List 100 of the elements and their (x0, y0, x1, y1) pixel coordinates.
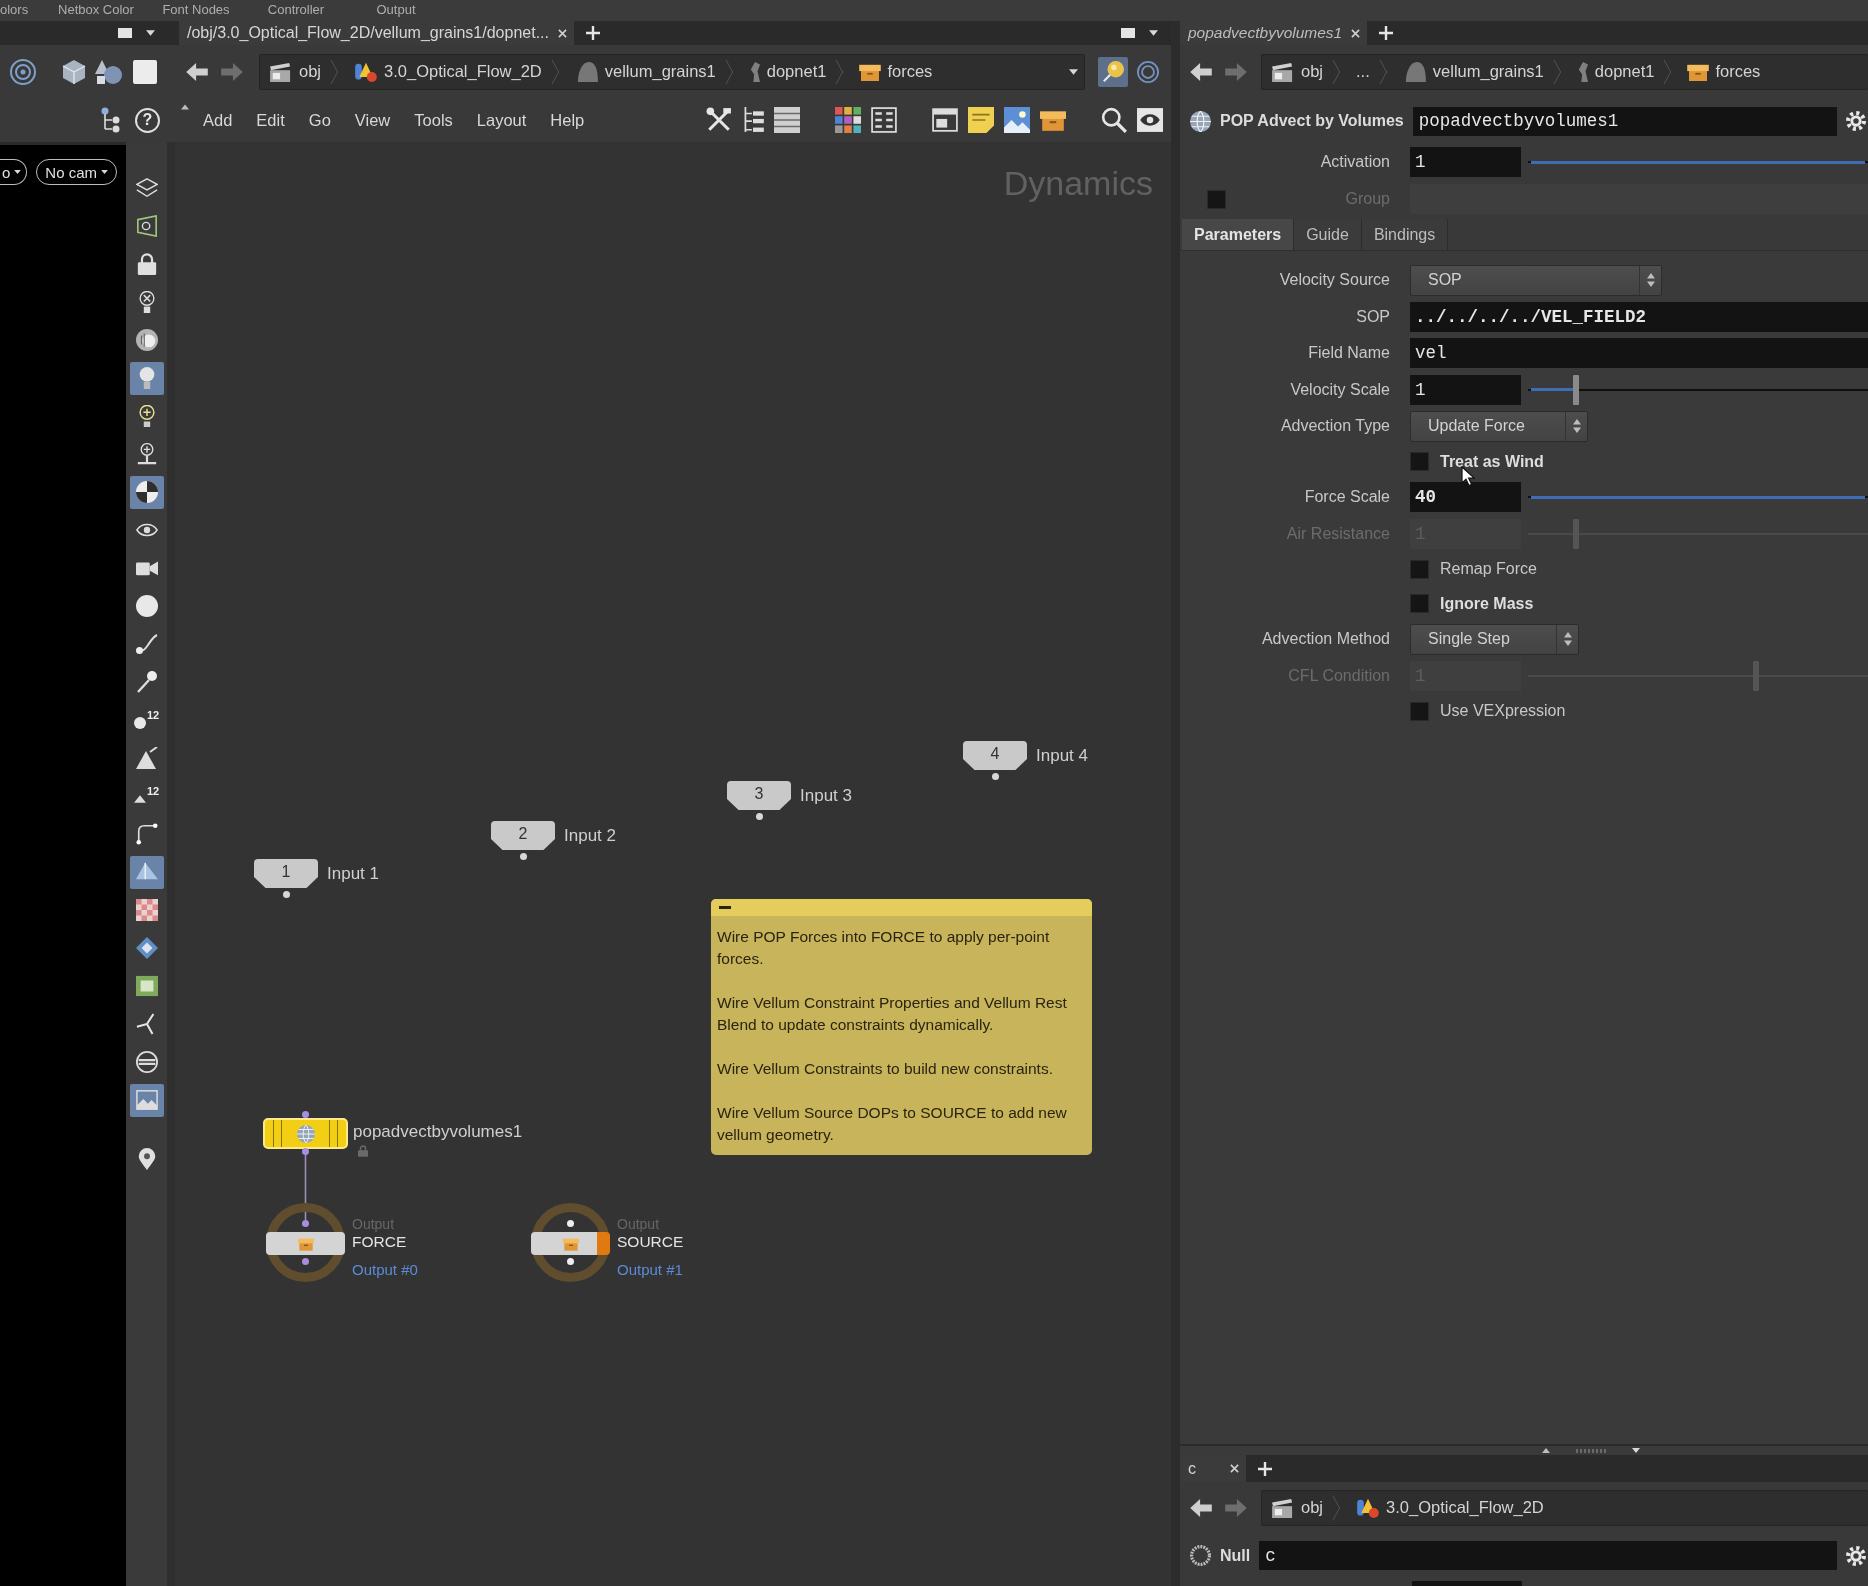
input-field[interactable]: vel (1410, 338, 1868, 369)
sticky-note-icon[interactable] (968, 107, 994, 133)
color-grid-icon[interactable] (835, 107, 861, 133)
list-icon[interactable] (774, 107, 800, 133)
window-icon[interactable] (932, 108, 958, 132)
menu-item[interactable]: Layout (464, 106, 539, 134)
caret-up-icon[interactable] (1542, 1448, 1550, 1453)
shelf-tool-label[interactable]: Controller (267, 2, 325, 21)
camera-menu[interactable]: o (0, 159, 28, 185)
shelf-tool-label[interactable]: olors (0, 2, 29, 21)
settings-icon[interactable] (1846, 1545, 1866, 1566)
checkbox[interactable] (1410, 701, 1429, 721)
tree-list-icon[interactable] (742, 107, 764, 133)
tab[interactable]: /obj/3.0_Optical_Flow_2D/vellum_grains1/dopnet... (179, 21, 574, 45)
dropdown[interactable]: SOP (1410, 264, 1662, 296)
back-arrow-icon[interactable] (1190, 1498, 1212, 1517)
caret-icon[interactable] (1632, 1448, 1640, 1453)
cube-icon[interactable] (61, 58, 87, 85)
grid-icon[interactable] (871, 107, 897, 133)
breadcrumb[interactable]: dopnet1 (1567, 54, 1679, 89)
input-field[interactable]: ../../../../VEL_FIELD2 (1410, 301, 1868, 332)
node-type-label: Null (1220, 1546, 1251, 1565)
shelf-tool-label[interactable]: Netbox Color (58, 2, 134, 21)
checkbox[interactable] (1410, 559, 1429, 579)
plus-icon[interactable] (586, 26, 600, 40)
target-icon[interactable] (10, 58, 36, 85)
tool-button[interactable] (129, 855, 164, 889)
breadcrumb[interactable]: forces (1678, 54, 1785, 89)
checkbox[interactable] (1410, 594, 1429, 614)
tool-button[interactable] (129, 1083, 164, 1117)
ring-icon[interactable] (1137, 60, 1159, 83)
dop-node[interactable] (263, 1118, 348, 1149)
camera-menu[interactable]: No cam (36, 159, 118, 185)
input-field[interactable]: 40 (1410, 482, 1521, 513)
menu-item[interactable]: Tools (402, 106, 465, 134)
shelf-tool-label[interactable]: Font Nodes (162, 2, 230, 21)
breadcrumb[interactable]: vellum_grains1 (565, 54, 740, 89)
menu-item[interactable]: Help (538, 106, 597, 134)
dropdown[interactable]: Single Step (1410, 623, 1579, 655)
breadcrumb[interactable]: vellum_grains1 (1393, 54, 1568, 89)
slider-thumb[interactable] (1573, 374, 1580, 405)
help-button[interactable]: ? (135, 107, 160, 133)
input-node[interactable]: 1 (254, 859, 318, 888)
tool-button[interactable] (129, 361, 164, 395)
square-icon[interactable] (133, 59, 157, 84)
search-icon[interactable] (1101, 107, 1127, 133)
plus-icon[interactable] (1258, 1461, 1272, 1476)
breadcrumb[interactable]: 3.0_Optical_Flow_2D (345, 54, 566, 89)
tool-button[interactable]: 12 (129, 779, 164, 813)
tab[interactable]: c (1180, 1455, 1246, 1482)
menu-item[interactable]: Add (191, 106, 245, 134)
close-icon[interactable] (1230, 1464, 1239, 1473)
menu-item[interactable]: View (342, 106, 403, 134)
image-icon[interactable] (1004, 107, 1030, 133)
close-icon[interactable] (558, 28, 567, 38)
back-arrow-icon[interactable] (186, 62, 208, 81)
grip-icon[interactable] (1576, 1448, 1606, 1453)
plus-icon[interactable] (1379, 26, 1394, 40)
input-field[interactable] (1412, 1581, 1522, 1586)
pin-button[interactable] (1098, 56, 1128, 87)
menu-item[interactable]: Go (296, 106, 343, 134)
back-arrow-icon[interactable] (1190, 62, 1212, 81)
tab[interactable]: Parameters (1182, 219, 1295, 250)
breadcrumb[interactable]: ... (1347, 54, 1394, 89)
updown-arrows-icon (1646, 273, 1655, 288)
sticky-note[interactable] (711, 899, 1092, 1155)
caret-icon[interactable] (1069, 68, 1078, 75)
close-icon[interactable] (1351, 28, 1361, 38)
globe-icon[interactable] (1190, 110, 1211, 132)
tool-button[interactable] (129, 475, 164, 509)
box-icon (859, 62, 882, 81)
breadcrumb[interactable]: dopnet1 (739, 54, 851, 89)
checkbox[interactable] (1410, 452, 1429, 472)
eye-icon[interactable] (1137, 108, 1163, 132)
output-node[interactable] (266, 1232, 345, 1255)
caret-icon[interactable] (1149, 30, 1158, 36)
node-name-field[interactable]: c (1259, 1541, 1837, 1570)
breadcrumb[interactable]: obj (1262, 54, 1348, 89)
input-field[interactable]: 1 (1410, 374, 1521, 405)
menu-item[interactable]: Edit (244, 106, 297, 134)
breadcrumb[interactable]: obj (260, 54, 346, 89)
caret-up-icon (181, 104, 189, 110)
breadcrumb[interactable]: forces (850, 54, 957, 89)
input-field[interactable]: 1 (1410, 147, 1521, 177)
shapes-icon[interactable] (94, 58, 122, 85)
input-node[interactable]: 4 (963, 741, 1027, 770)
settings-icon[interactable] (1846, 111, 1866, 131)
dropdown[interactable]: Update Force (1410, 410, 1588, 442)
tab[interactable]: popadvectbyvolumes1 (1180, 21, 1368, 45)
shelf-tool-label[interactable]: Output (376, 2, 416, 21)
tools-icon[interactable] (706, 107, 732, 133)
breadcrumb[interactable]: obj (1262, 1490, 1348, 1525)
caret-icon[interactable] (146, 30, 155, 36)
output-node[interactable] (531, 1232, 610, 1255)
input-node[interactable]: 2 (491, 821, 555, 850)
ring-icon[interactable] (1190, 1545, 1211, 1566)
breadcrumb[interactable]: 3.0_Optical_Flow_2D (1347, 1490, 1568, 1525)
tool-button[interactable]: 12 (129, 703, 164, 737)
node-name-field[interactable]: popadvectbyvolumes1 (1412, 106, 1837, 136)
input-node[interactable]: 3 (727, 781, 791, 810)
